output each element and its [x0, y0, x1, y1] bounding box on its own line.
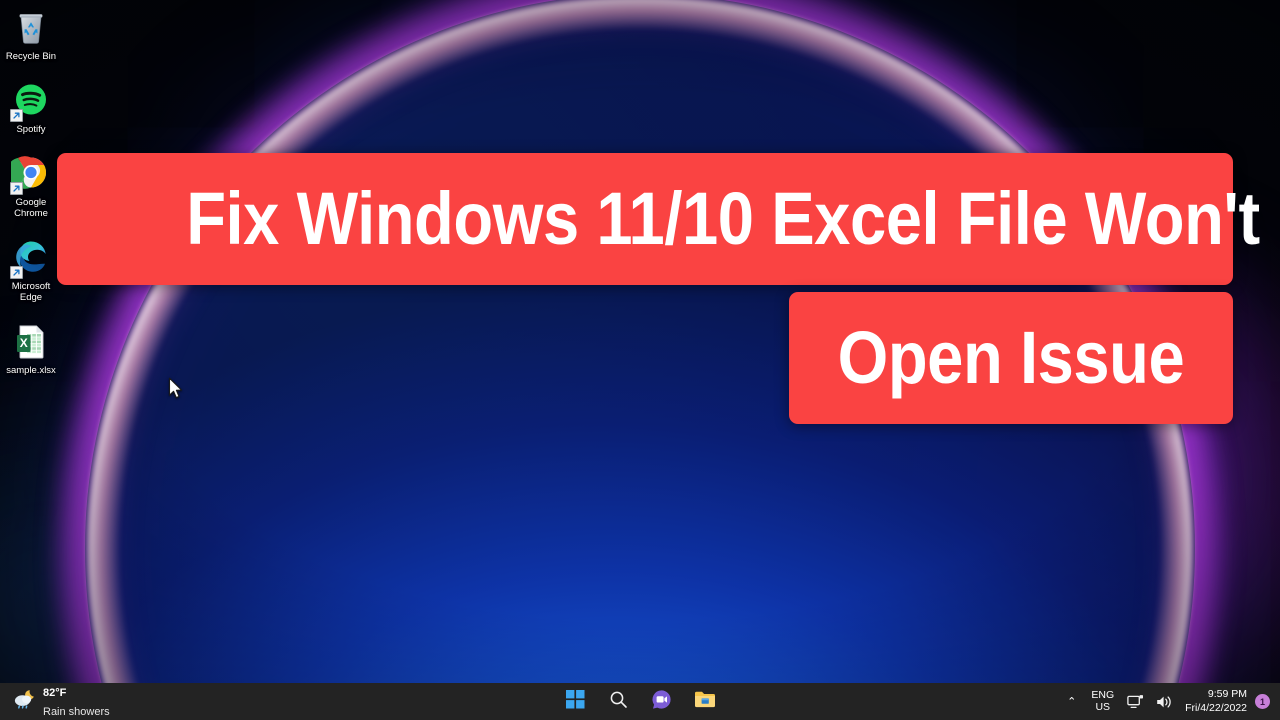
shortcut-overlay-icon — [10, 182, 23, 195]
spotify-icon — [10, 81, 51, 122]
microsoft-edge-icon — [10, 238, 51, 279]
google-chrome-icon — [6, 154, 51, 195]
weather-temperature: 82°F — [43, 687, 67, 700]
language-line2: US — [1095, 700, 1111, 713]
language-indicator[interactable]: ENG US — [1084, 688, 1121, 713]
desktop-icon-sample-xlsx[interactable]: X sample.xlsx — [0, 318, 62, 381]
desktop-icon-spotify[interactable]: Spotify — [0, 77, 62, 140]
clock-date: Fri/4/22/2022 — [1185, 701, 1247, 714]
desktop-icon-recycle-bin[interactable]: Recycle Bin — [0, 4, 62, 67]
taskbar-system-tray: ⌃ ENG US 9:59 PM Fri/4/22/2022 1 — [1059, 683, 1280, 720]
taskbar: 82°F Rain showers ⌃ ENG US 9:59 PM Fri/4… — [0, 683, 1280, 720]
network-monitor-icon[interactable] — [1121, 687, 1150, 717]
desktop-icon-label-line1: Google — [15, 197, 47, 208]
clock-time: 9:59 PM — [1207, 688, 1247, 701]
weather-condition: Rain showers — [43, 705, 110, 718]
windows-logo-icon — [566, 689, 585, 714]
desktop-icon-label-line2: Edge — [19, 292, 43, 303]
title-banner-line-2-text: Open Issue — [837, 316, 1185, 399]
search-button[interactable] — [606, 689, 632, 715]
shortcut-overlay-icon — [10, 266, 23, 279]
chat-button[interactable] — [649, 689, 675, 715]
desktop-icon-label: Microsoft Edge — [2, 281, 60, 303]
notification-badge[interactable]: 1 — [1255, 694, 1270, 709]
title-banner-line-2: Open Issue — [789, 292, 1233, 424]
title-banner-line-1: Fix Windows 11/10 Excel File Won't — [57, 153, 1260, 285]
file-explorer-button[interactable] — [692, 689, 718, 715]
tray-overflow-button[interactable]: ⌃ — [1059, 695, 1084, 708]
moon-cloud-rain-icon — [12, 688, 36, 715]
language-line1: ENG — [1091, 688, 1115, 701]
recycle-bin-icon — [11, 8, 51, 48]
speaker-volume-icon[interactable] — [1150, 687, 1179, 717]
desktop-icon-google-chrome[interactable]: Google Chrome — [0, 150, 62, 224]
desktop-icon-microsoft-edge[interactable]: Microsoft Edge — [0, 234, 62, 308]
desktop-icon-label-line1: Microsoft — [11, 281, 51, 292]
search-icon — [609, 690, 628, 714]
desktop-icon-label: Spotify — [16, 124, 46, 135]
taskbar-clock[interactable]: 9:59 PM Fri/4/22/2022 — [1179, 688, 1255, 714]
folder-icon — [694, 690, 716, 714]
excel-file-icon: X — [11, 322, 51, 362]
svg-text:X: X — [20, 336, 28, 350]
desktop-icon-label: sample.xlsx — [6, 365, 56, 376]
desktop-icon-label: Recycle Bin — [5, 51, 57, 62]
weather-text: 82°F Rain showers — [43, 683, 110, 720]
desktop-screen: Recycle Bin Spotify Google Chrome Micros… — [0, 0, 1280, 720]
start-button[interactable] — [563, 689, 589, 715]
taskbar-left-region: 82°F Rain showers — [0, 683, 260, 720]
desktop-icon-label-line2: Chrome — [14, 208, 48, 219]
shortcut-overlay-icon — [10, 109, 23, 122]
title-banner-line-1-text: Fix Windows 11/10 Excel File Won't — [186, 177, 1260, 260]
weather-widget[interactable]: 82°F Rain showers — [8, 681, 118, 720]
desktop-icon-label: Google Chrome — [2, 197, 60, 219]
desktop-icon-list: Recycle Bin Spotify Google Chrome Micros… — [0, 4, 62, 391]
chat-video-icon — [651, 689, 672, 715]
